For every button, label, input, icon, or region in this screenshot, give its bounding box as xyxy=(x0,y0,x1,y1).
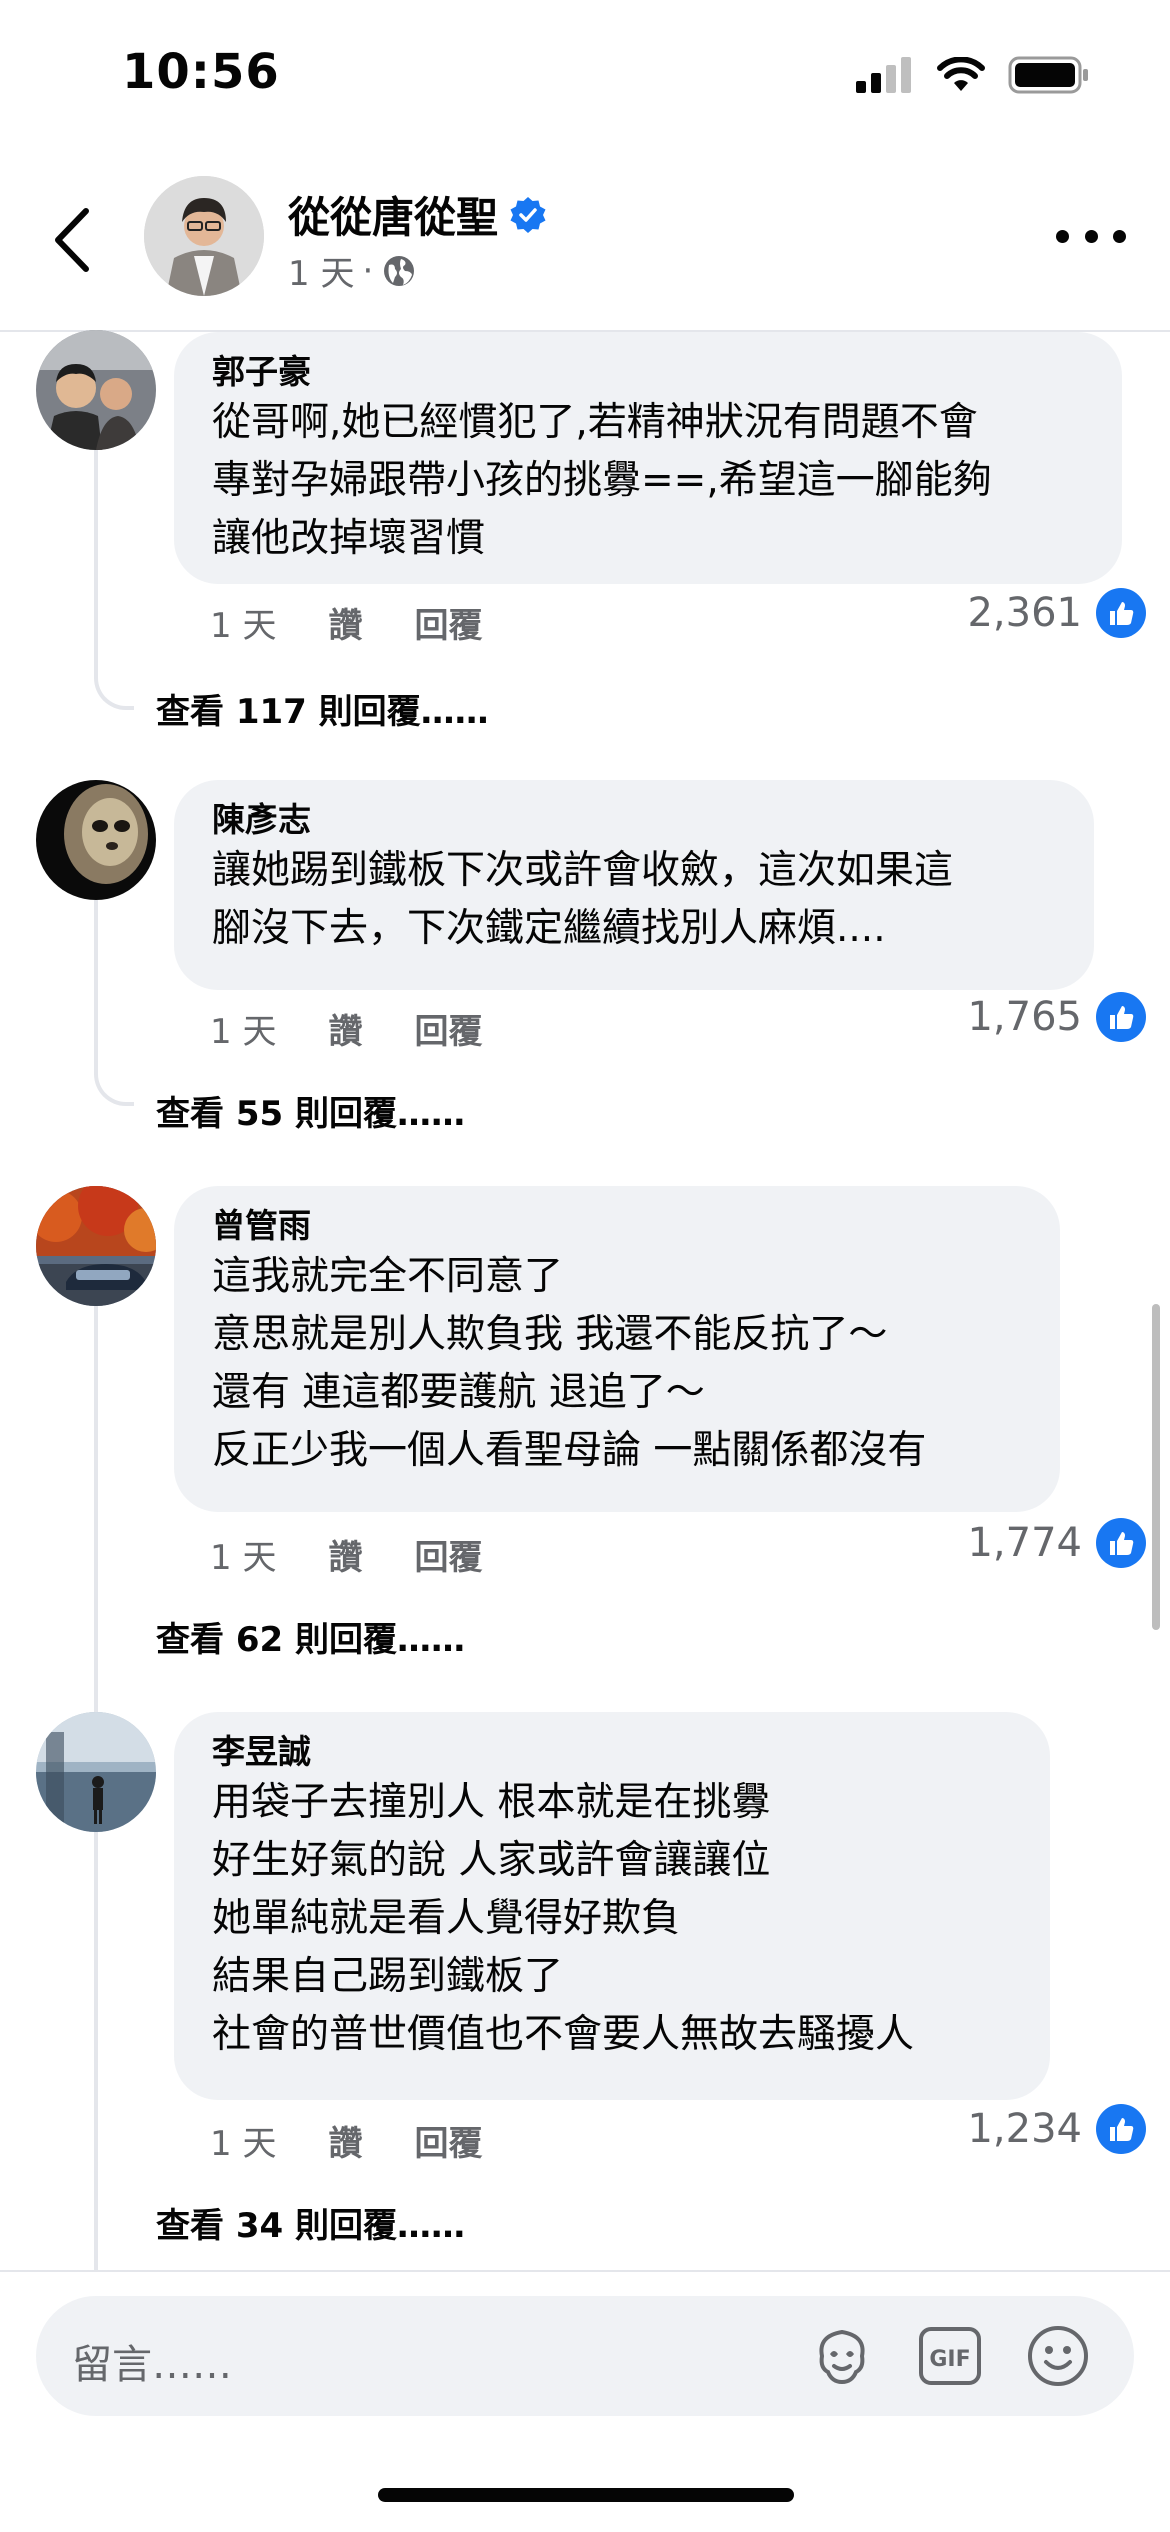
thread-line xyxy=(94,900,134,1106)
like-count: 1,234 xyxy=(967,2106,1082,2152)
view-replies-link[interactable]: 查看 55 則回覆…… xyxy=(156,1086,465,1135)
reaction-count[interactable]: 2,361 xyxy=(967,588,1146,638)
battery-icon xyxy=(1008,56,1088,94)
like-button[interactable]: 讚 xyxy=(328,1004,362,1053)
comment-time: 1 天 xyxy=(210,2124,277,2164)
more-options-button[interactable] xyxy=(1056,216,1126,256)
comment-input-placeholder: 留言…… xyxy=(72,2342,232,2388)
comment-bubble[interactable]: 曾管雨 這我就完全不同意了 意思就是別人欺負我 我還不能反抗了～ 還有 連這都要… xyxy=(174,1186,1060,1512)
like-reaction-icon xyxy=(1096,588,1146,638)
comment-time: 1 天 xyxy=(210,606,277,646)
more-dot xyxy=(1113,229,1126,243)
comment-actions: 1 天 讚 回覆 xyxy=(210,1004,482,1053)
comment-author[interactable]: 陳彥志 xyxy=(212,798,1056,842)
avatar-sticker-icon[interactable] xyxy=(806,2320,878,2392)
like-reaction-icon xyxy=(1096,1518,1146,1568)
comment-bubble[interactable]: 陳彥志 讓她踢到鐵板下次或許會收斂，這次如果這 腳沒下去，下次鐵定繼續找別人麻煩… xyxy=(174,780,1094,990)
comment-author[interactable]: 李昱誠 xyxy=(212,1730,1012,1774)
comment-text-line: 反正少我一個人看聖母論 一點關係都沒有 xyxy=(212,1428,927,1473)
status-time: 10:56 xyxy=(122,44,280,100)
view-replies-link[interactable]: 查看 117 則回覆…… xyxy=(156,684,489,733)
comment-text-line: 用袋子去撞別人 根本就是在挑釁 xyxy=(212,1780,771,1825)
gif-button[interactable]: GIF xyxy=(914,2320,986,2392)
wifi-icon xyxy=(937,57,985,91)
comment-text-line: 專對孕婦跟帶小孩的挑釁==,希望這一腳能夠 xyxy=(212,458,992,503)
reaction-count[interactable]: 1,774 xyxy=(967,1518,1146,1568)
gif-label: GIF xyxy=(929,2347,970,2372)
reply-button[interactable]: 回覆 xyxy=(414,1004,482,1053)
meta-separator: · xyxy=(362,250,374,291)
signal-icon xyxy=(856,57,911,93)
comment-bubble[interactable]: 郭子豪 從哥啊,她已經慣犯了,若精神狀況有問題不會 專對孕婦跟帶小孩的挑釁==,… xyxy=(174,332,1122,584)
like-reaction-icon xyxy=(1096,2104,1146,2154)
comment-avatar[interactable] xyxy=(36,780,156,900)
reaction-count[interactable]: 1,234 xyxy=(967,2104,1146,2154)
comment-text-line: 社會的普世價值也不會要人無故去騷擾人 xyxy=(212,2012,915,2057)
comment-author[interactable]: 郭子豪 xyxy=(212,350,1084,394)
comment-actions: 1 天 讚 回覆 xyxy=(210,2116,482,2165)
view-replies-link[interactable]: 查看 34 則回覆…… xyxy=(156,2198,465,2247)
post-time: 1 天 xyxy=(288,254,355,294)
comment-text-line: 讓他改掉壞習慣 xyxy=(212,516,486,561)
page-avatar[interactable] xyxy=(144,176,264,296)
more-dot xyxy=(1056,229,1069,243)
view-replies-link[interactable]: 查看 62 則回覆…… xyxy=(156,1612,465,1661)
globe-icon xyxy=(384,255,415,286)
like-count: 1,765 xyxy=(967,994,1082,1040)
thread-line xyxy=(94,450,134,710)
reaction-count[interactable]: 1,765 xyxy=(967,992,1146,1042)
comment-bubble[interactable]: 李昱誠 用袋子去撞別人 根本就是在挑釁 好生好氣的說 人家或許會讓讓位 她單純就… xyxy=(174,1712,1050,2100)
chevron-left-icon xyxy=(55,208,89,272)
thread-line xyxy=(94,1306,134,1752)
page-name[interactable]: 從從唐從聖 xyxy=(288,184,498,245)
comment-text-line: 這我就完全不同意了 xyxy=(212,1254,564,1299)
back-button[interactable] xyxy=(44,204,100,276)
comment-avatar[interactable] xyxy=(36,1712,156,1832)
like-count: 1,774 xyxy=(967,1520,1082,1566)
reply-button[interactable]: 回覆 xyxy=(414,1530,482,1579)
comment-text-line: 從哥啊,她已經慣犯了,若精神狀況有問題不會 xyxy=(212,400,978,445)
comment-text-line: 讓她踢到鐵板下次或許會收斂，這次如果這 xyxy=(212,848,954,893)
comment-time: 1 天 xyxy=(210,1538,277,1578)
emoji-icon[interactable] xyxy=(1022,2320,1094,2392)
reply-button[interactable]: 回覆 xyxy=(414,598,482,647)
status-bar: 10:56 xyxy=(0,0,1170,150)
page-name-row: 從從唐從聖 xyxy=(288,184,548,245)
comment-text-line: 她單純就是看人覺得好欺負 xyxy=(212,1896,681,1941)
like-count: 2,361 xyxy=(967,590,1082,636)
like-button[interactable]: 讚 xyxy=(328,598,362,647)
comment-time: 1 天 xyxy=(210,1012,277,1052)
comment-text-line: 意思就是別人欺負我 我還不能反抗了～ xyxy=(212,1312,888,1357)
comment-actions: 1 天 讚 回覆 xyxy=(210,1530,482,1579)
like-reaction-icon xyxy=(1096,992,1146,1042)
comment-text-line: 腳沒下去，下次鐵定繼續找別人麻煩.... xyxy=(212,906,886,951)
more-dot xyxy=(1084,229,1098,243)
comment-text-line: 還有 連這都要護航 退追了～ xyxy=(212,1370,705,1415)
verified-badge-icon xyxy=(510,196,546,233)
home-indicator[interactable] xyxy=(378,2488,794,2502)
comment-actions: 1 天 讚 回覆 xyxy=(210,598,482,647)
post-header: 從從唐從聖 1 天 · xyxy=(0,150,1170,332)
post-meta: 1 天 · xyxy=(288,246,417,295)
thread-line xyxy=(94,1832,134,2338)
comment-author[interactable]: 曾管雨 xyxy=(212,1204,1022,1248)
like-button[interactable]: 讚 xyxy=(328,2116,362,2165)
reply-button[interactable]: 回覆 xyxy=(414,2116,482,2165)
like-button[interactable]: 讚 xyxy=(328,1530,362,1579)
scrollbar[interactable] xyxy=(1152,1304,1160,1630)
comment-avatar[interactable] xyxy=(36,330,156,450)
status-icons xyxy=(856,56,1090,94)
comment-input[interactable]: 留言…… GIF xyxy=(36,2296,1134,2416)
comment-text-line: 結果自己踢到鐵板了 xyxy=(212,1954,564,1999)
comment-text-line: 好生好氣的說 人家或許會讓讓位 xyxy=(212,1838,771,1883)
comment-avatar[interactable] xyxy=(36,1186,156,1306)
